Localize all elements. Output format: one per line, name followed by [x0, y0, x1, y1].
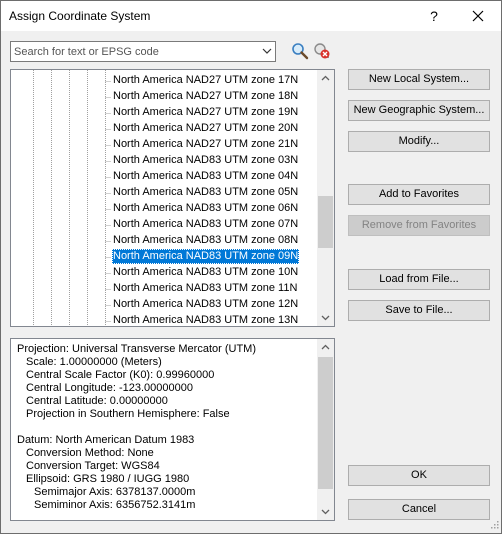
modify-button[interactable]: Modify...: [348, 131, 490, 152]
new-geographic-system-button[interactable]: New Geographic System...: [348, 100, 490, 121]
details-scroll-thumb[interactable]: [318, 357, 333, 489]
detail-line: Central Latitude: 0.00000000: [26, 395, 168, 407]
load-from-file-button[interactable]: Load from File...: [348, 269, 490, 290]
new-local-system-button[interactable]: New Local System...: [348, 69, 490, 90]
detail-line: Semiminor Axis: 6356752.3141m: [34, 499, 196, 511]
tree-item[interactable]: North America NAD83 UTM zone 10N: [112, 265, 299, 280]
tree-item[interactable]: North America NAD83 UTM zone 07N: [112, 217, 299, 232]
tree-item[interactable]: North America NAD27 UTM zone 20N: [112, 121, 299, 136]
scroll-down-icon[interactable]: [317, 309, 334, 326]
detail-line: Semimajor Axis: 6378137.0000m: [34, 486, 196, 498]
tree-item[interactable]: North America NAD27 UTM zone 17N: [112, 73, 299, 88]
detail-line: Datum: North American Datum 1983: [17, 434, 195, 446]
scroll-up-icon[interactable]: [317, 70, 334, 87]
tree-scrollbar[interactable]: [317, 70, 334, 326]
tree-item[interactable]: North America NAD83 UTM zone 09N: [112, 249, 300, 264]
detail-line: Ellipsoid: GRS 1980 / IUGG 1980: [26, 473, 190, 485]
clear-search-icon[interactable]: [313, 42, 331, 60]
remove-from-favorites-button[interactable]: Remove from Favorites: [348, 215, 490, 236]
add-to-favorites-button[interactable]: Add to Favorites: [348, 184, 490, 205]
title-bar: Assign Coordinate System ?: [1, 1, 501, 31]
tree-item[interactable]: North America NAD27 UTM zone 21N: [112, 137, 299, 152]
tree-connector-lines: [33, 70, 111, 326]
tree-item[interactable]: North America NAD83 UTM zone 12N: [112, 297, 299, 312]
tree-scroll-thumb[interactable]: [318, 196, 333, 248]
cancel-button[interactable]: Cancel: [348, 499, 490, 520]
tree-item[interactable]: North America NAD83 UTM zone 13N: [112, 313, 299, 326]
save-to-file-button[interactable]: Save to File...: [348, 300, 490, 321]
detail-line: Central Longitude: -123.00000000: [26, 382, 193, 394]
tree-item[interactable]: North America NAD27 UTM zone 19N: [112, 105, 299, 120]
tree-item[interactable]: North America NAD83 UTM zone 04N: [112, 169, 299, 184]
scroll-down-icon[interactable]: [317, 503, 334, 520]
window-title: Assign Coordinate System: [9, 9, 151, 23]
detail-line: Projection in Southern Hemisphere: False: [26, 408, 230, 420]
close-button[interactable]: [463, 1, 493, 31]
chevron-down-icon[interactable]: [262, 46, 272, 56]
tree-item[interactable]: North America NAD83 UTM zone 08N: [112, 233, 299, 248]
search-input[interactable]: [14, 44, 254, 59]
resize-grip-icon[interactable]: [489, 521, 499, 531]
magnifier-icon[interactable]: [291, 42, 309, 60]
detail-line: Central Scale Factor (K0): 0.99960000: [26, 369, 215, 381]
close-icon: [472, 10, 484, 22]
help-button[interactable]: ?: [421, 1, 447, 31]
details-scrollbar[interactable]: [317, 339, 334, 520]
tree-item[interactable]: North America NAD83 UTM zone 11N: [112, 281, 298, 296]
coordinate-system-tree[interactable]: North America NAD27 UTM zone 17N North Am…: [10, 69, 335, 327]
detail-line: Projection: Universal Transverse Mercato…: [17, 343, 257, 355]
detail-line: Conversion Target: WGS84: [26, 460, 160, 472]
projection-details-panel: Projection: Universal Transverse Mercato…: [10, 338, 335, 521]
ok-button[interactable]: OK: [348, 465, 490, 486]
detail-line: Conversion Method: None: [26, 447, 154, 459]
tree-item[interactable]: North America NAD83 UTM zone 06N: [112, 201, 299, 216]
tree-item[interactable]: North America NAD27 UTM zone 18N: [112, 89, 299, 104]
search-combobox[interactable]: [10, 41, 276, 62]
tree-item[interactable]: North America NAD83 UTM zone 03N: [112, 153, 299, 168]
tree-item[interactable]: North America NAD83 UTM zone 05N: [112, 185, 299, 200]
scroll-up-icon[interactable]: [317, 339, 334, 356]
detail-line: Scale: 1.00000000 (Meters): [26, 356, 162, 368]
assign-coordinate-system-dialog: Assign Coordinate System ? Search for te…: [0, 0, 502, 534]
